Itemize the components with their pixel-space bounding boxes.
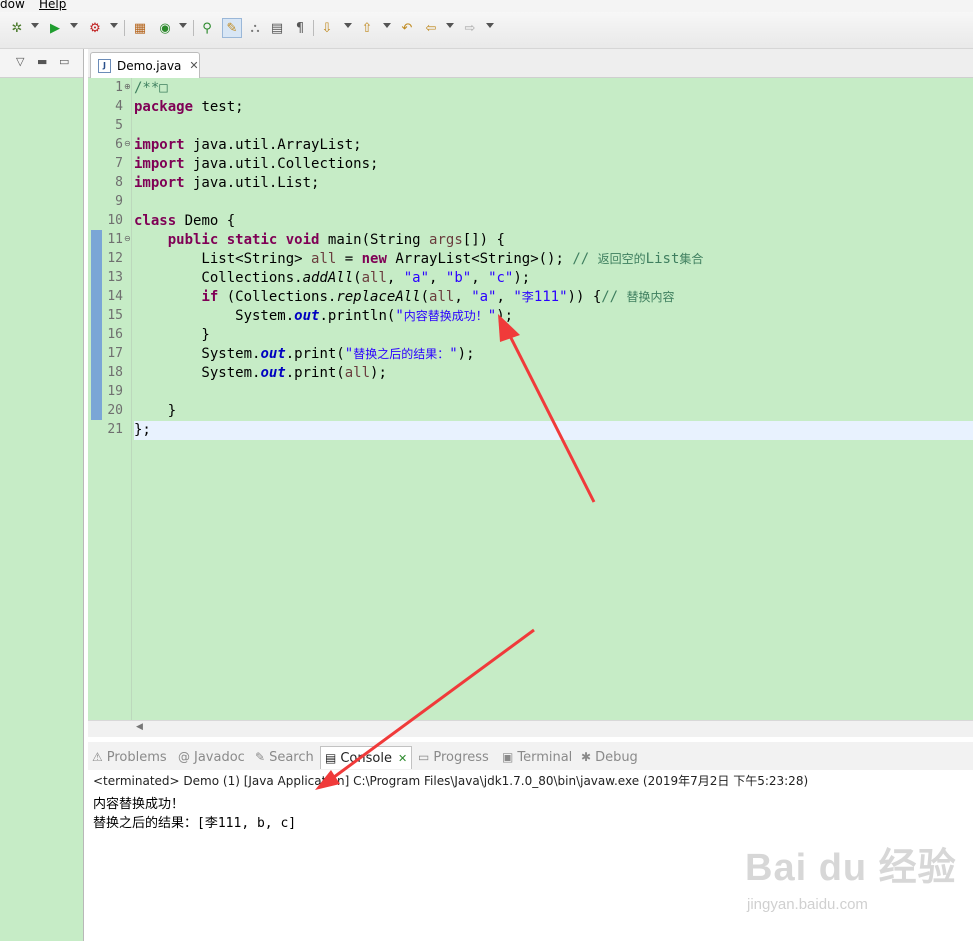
arrow-to-console (315, 628, 535, 790)
annotation-arrows (315, 314, 596, 790)
arrow-to-println (498, 314, 596, 503)
